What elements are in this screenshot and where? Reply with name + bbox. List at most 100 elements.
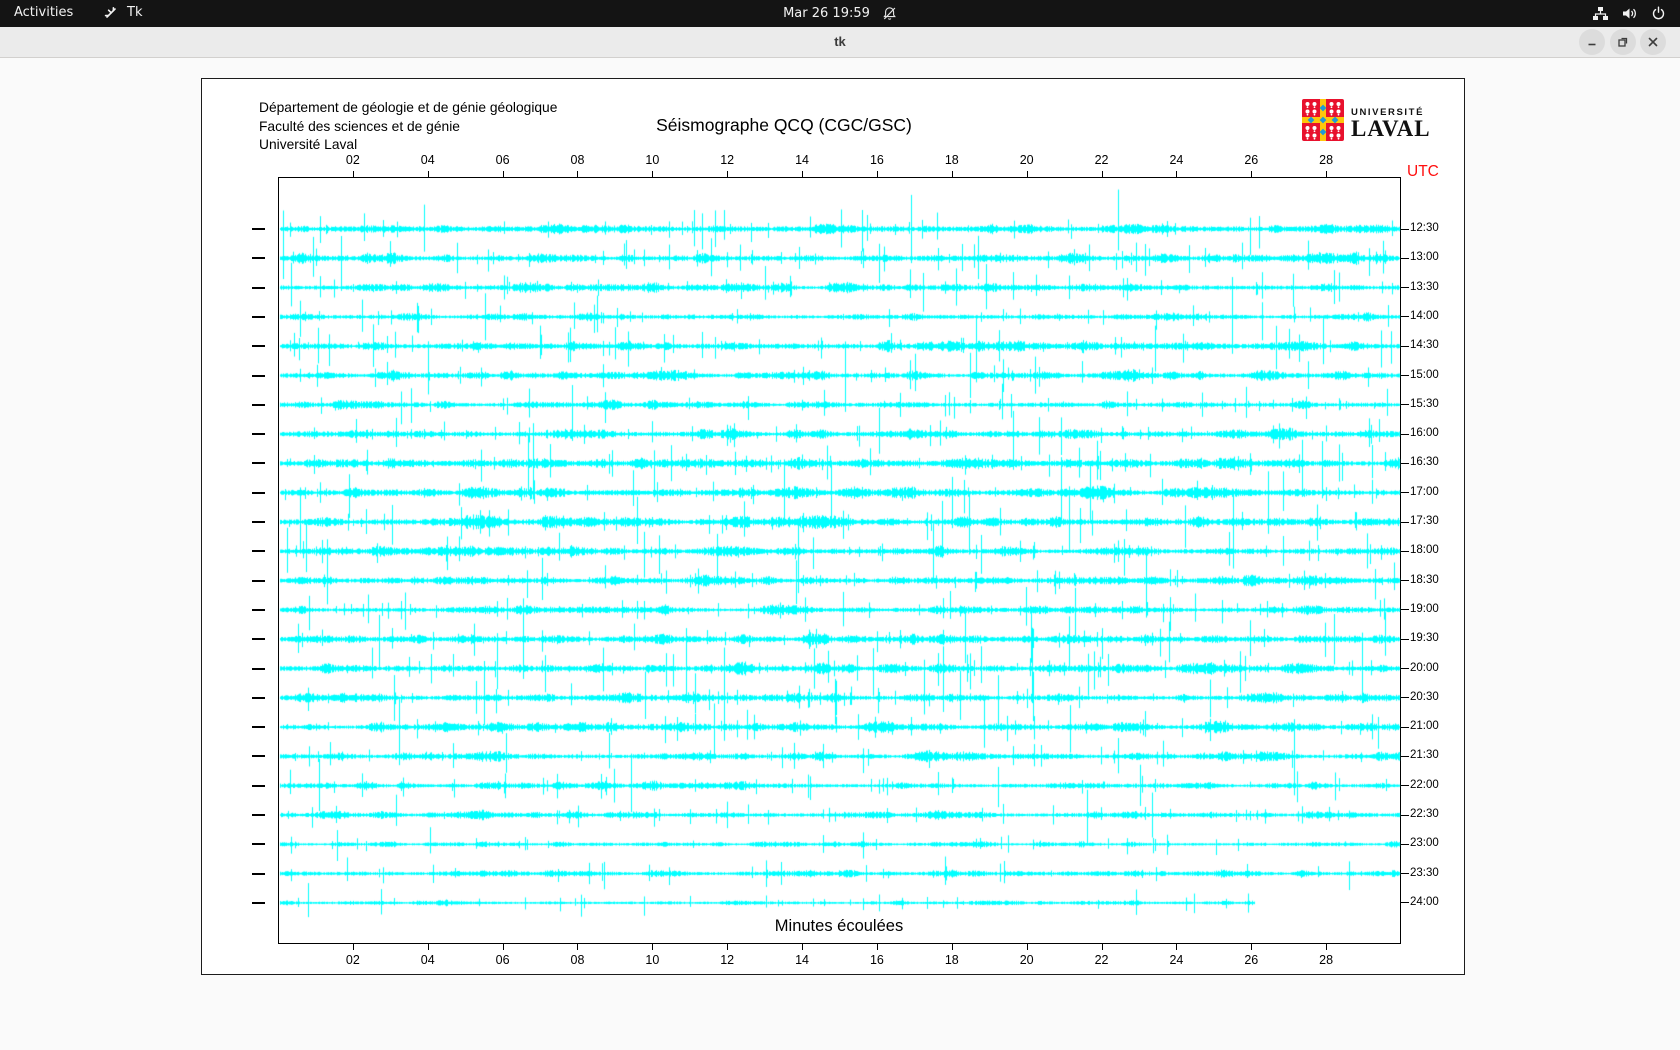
time-label: 15:30 <box>1410 397 1439 410</box>
x-axis-tick-top <box>1251 171 1253 177</box>
seismic-traces <box>278 177 1401 944</box>
system-status-area[interactable] <box>1592 0 1666 27</box>
x-axis-tick-label-bottom: 14 <box>795 953 810 967</box>
time-tick <box>1401 638 1409 640</box>
time-tick <box>1401 462 1409 464</box>
x-axis-tick-label-top: 24 <box>1169 153 1184 167</box>
minimize-button[interactable] <box>1579 29 1605 55</box>
time-label: 22:30 <box>1410 808 1439 820</box>
x-axis-tick-bottom <box>502 944 504 950</box>
x-axis-tick-label-top: 12 <box>720 153 735 167</box>
row-start-tick <box>252 228 265 230</box>
x-axis-tick-bottom <box>802 944 804 950</box>
x-axis-tick-bottom <box>1101 944 1103 950</box>
x-axis-tick-top <box>577 171 579 177</box>
row-start-tick <box>252 667 265 670</box>
tk-app-icon <box>104 6 118 20</box>
row-start-tick <box>252 843 265 846</box>
x-axis-tick-label-bottom: 10 <box>645 953 660 967</box>
x-axis-tick-bottom <box>727 944 729 950</box>
x-axis-tick-bottom <box>1326 944 1328 950</box>
x-axis-tick-top <box>352 171 354 177</box>
utc-label: UTC <box>1407 163 1439 180</box>
x-axis-tick-label-top: 10 <box>645 153 660 167</box>
x-axis-tick-top <box>876 171 878 177</box>
row-start-tick <box>252 315 265 318</box>
time-tick <box>1401 843 1409 845</box>
time-tick <box>1401 375 1409 376</box>
x-axis-tick-label-top: 18 <box>944 153 959 167</box>
focused-app-label: Tk <box>127 5 143 20</box>
time-label: 21:30 <box>1410 749 1439 762</box>
maximize-button[interactable] <box>1610 29 1636 55</box>
x-axis-tick-top <box>727 171 729 177</box>
x-axis-tick-bottom <box>876 944 878 950</box>
time-tick <box>1401 668 1409 669</box>
x-axis-tick-bottom <box>951 944 953 950</box>
x-axis-tick-label-bottom: 18 <box>944 953 959 967</box>
x-axis-title: Minutes écoulées <box>774 917 904 935</box>
plot-title: Séismographe QCQ (CGC/GSC) <box>656 115 912 135</box>
x-axis-tick-top <box>502 171 504 177</box>
x-axis-tick-top <box>1026 171 1028 177</box>
x-axis-tick-label-bottom: 12 <box>720 953 735 967</box>
x-axis-tick-label-bottom: 08 <box>570 953 585 967</box>
time-tick <box>1401 228 1409 230</box>
time-label: 13:00 <box>1410 251 1439 264</box>
time-label: 18:00 <box>1410 544 1439 557</box>
x-axis-tick-label-bottom: 22 <box>1094 953 1109 967</box>
gnome-top-bar: Activities Tk Mar 26 19:59 <box>0 0 1680 27</box>
x-axis-tick-label-top: 28 <box>1319 153 1334 167</box>
activities-button[interactable]: Activities <box>14 5 73 20</box>
window-title-bar[interactable]: tk <box>0 27 1680 58</box>
time-label: 24:00 <box>1410 895 1439 908</box>
x-axis-tick-top <box>1101 171 1103 177</box>
time-label: 12:30 <box>1410 222 1439 234</box>
institution-line-1: Département de géologie et de génie géol… <box>259 100 558 115</box>
x-axis-tick-top <box>802 171 804 177</box>
time-tick <box>1401 814 1409 816</box>
x-axis-tick-label-bottom: 06 <box>495 953 510 967</box>
x-axis-tick-label-top: 16 <box>869 153 884 167</box>
time-tick <box>1401 785 1409 787</box>
time-label: 22:00 <box>1410 778 1439 791</box>
row-start-tick <box>252 374 265 377</box>
row-start-tick <box>252 608 265 611</box>
clock-menu[interactable]: Mar 26 19:59 <box>783 0 897 27</box>
institution-line-3: Université Laval <box>259 137 358 152</box>
window-title: tk <box>834 34 846 49</box>
x-axis-tick-label-top: 04 <box>420 153 435 167</box>
time-label: 21:00 <box>1410 720 1439 733</box>
row-start-tick <box>252 755 265 758</box>
x-axis-tick-label-bottom: 04 <box>420 953 435 967</box>
x-axis-tick-label-top: 22 <box>1094 153 1109 167</box>
notifications-disabled-icon <box>882 6 897 21</box>
x-axis-tick-top <box>1176 171 1178 177</box>
x-axis-tick-bottom <box>427 944 429 950</box>
time-tick <box>1401 755 1409 757</box>
row-start-tick <box>252 462 265 465</box>
time-tick <box>1401 873 1409 875</box>
institution-line-2: Faculté des sciences et de génie <box>259 118 460 134</box>
time-tick <box>1401 550 1409 552</box>
x-axis-tick-top <box>1326 171 1328 177</box>
time-label: 20:30 <box>1410 690 1439 703</box>
time-label: 14:00 <box>1410 309 1439 322</box>
time-tick <box>1401 257 1409 259</box>
row-start-tick <box>252 638 265 641</box>
institution-header: Département de géologie et de génie géol… <box>259 99 557 155</box>
x-axis-tick-top <box>652 171 654 177</box>
time-tick <box>1401 316 1409 318</box>
x-axis-tick-bottom <box>652 944 654 950</box>
close-button[interactable] <box>1640 29 1666 55</box>
focused-app-menu[interactable]: Tk <box>104 5 142 20</box>
laval-wordmark-large: LAVAL <box>1351 115 1431 141</box>
x-axis-tick-label-top: 14 <box>795 153 810 167</box>
time-tick <box>1401 580 1409 582</box>
time-label: 15:00 <box>1410 368 1439 381</box>
x-axis-tick-label-bottom: 02 <box>345 953 360 967</box>
x-axis-tick-top <box>427 171 429 177</box>
time-tick <box>1401 287 1409 289</box>
x-axis-tick-bottom <box>1251 944 1253 950</box>
row-start-tick <box>252 814 265 816</box>
